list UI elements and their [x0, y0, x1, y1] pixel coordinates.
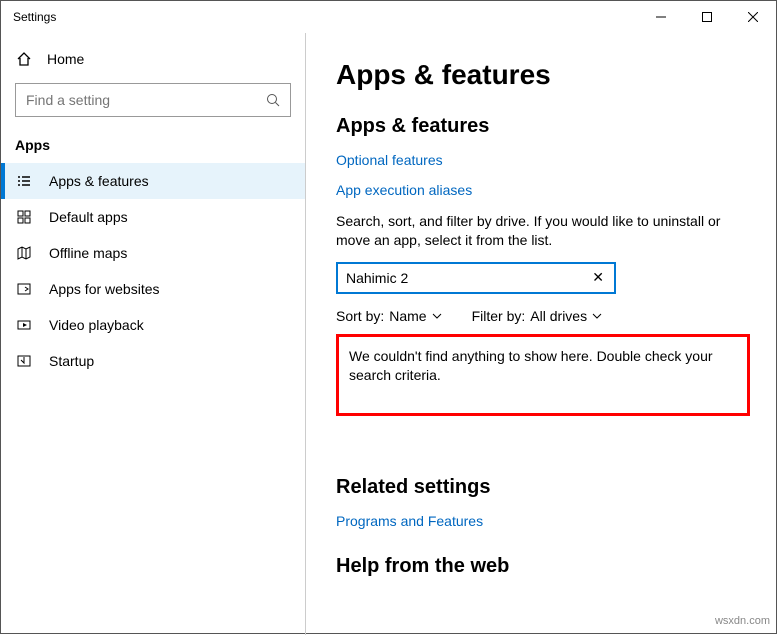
nav-label: Offline maps — [49, 245, 127, 261]
optional-features-link[interactable]: Optional features — [336, 152, 750, 168]
nav-startup[interactable]: Startup — [1, 343, 305, 379]
filter-label: Filter by: — [472, 308, 526, 324]
app-search-box[interactable]: ✕ — [336, 262, 616, 294]
minimize-button[interactable] — [638, 1, 684, 33]
related-settings-heading: Related settings — [336, 476, 750, 499]
empty-results-message: We couldn't find anything to show here. … — [336, 334, 750, 416]
sort-by-dropdown[interactable]: Sort by: Name — [336, 308, 442, 324]
nav-apps-features[interactable]: Apps & features — [1, 163, 305, 199]
close-icon — [748, 12, 758, 22]
filter-by-dropdown[interactable]: Filter by: All drives — [472, 308, 602, 324]
chevron-down-icon — [592, 313, 602, 319]
nav-label: Default apps — [49, 209, 128, 225]
titlebar: Settings — [1, 1, 776, 33]
app-execution-aliases-link[interactable]: App execution aliases — [336, 182, 750, 198]
close-button[interactable] — [730, 1, 776, 33]
help-web-heading: Help from the web — [336, 555, 750, 578]
window-title: Settings — [13, 10, 56, 24]
home-icon — [15, 51, 33, 67]
app-search-input[interactable] — [346, 270, 590, 286]
maximize-icon — [702, 12, 712, 22]
sort-value: Name — [389, 308, 426, 324]
nav-label: Apps for websites — [49, 281, 160, 297]
default-apps-icon — [15, 209, 33, 225]
home-nav[interactable]: Home — [1, 43, 305, 75]
watermark: wsxdn.com — [715, 615, 770, 627]
main-content: Apps & features Apps & features Optional… — [306, 33, 776, 635]
sort-label: Sort by: — [336, 308, 384, 324]
section-heading: Apps & features — [336, 115, 750, 138]
page-title: Apps & features — [336, 59, 750, 91]
nav-video-playback[interactable]: Video playback — [1, 307, 305, 343]
video-icon — [15, 317, 33, 333]
nav-label: Startup — [49, 353, 94, 369]
startup-icon — [15, 353, 33, 369]
search-icon — [266, 93, 280, 107]
maximize-button[interactable] — [684, 1, 730, 33]
home-label: Home — [47, 51, 84, 67]
nav-default-apps[interactable]: Default apps — [1, 199, 305, 235]
nav-label: Video playback — [49, 317, 144, 333]
sidebar: Home Apps Apps & features Default apps — [1, 33, 306, 635]
description-text: Search, sort, and filter by drive. If yo… — [336, 212, 750, 250]
filter-value: All drives — [530, 308, 587, 324]
find-setting-input[interactable] — [26, 92, 266, 108]
find-setting-box[interactable] — [15, 83, 291, 117]
nav-label: Apps & features — [49, 173, 149, 189]
map-icon — [15, 245, 33, 261]
nav-apps-websites[interactable]: Apps for websites — [1, 271, 305, 307]
chevron-down-icon — [432, 313, 442, 319]
list-icon — [15, 173, 33, 189]
websites-icon — [15, 281, 33, 297]
section-label: Apps — [1, 131, 305, 163]
programs-features-link[interactable]: Programs and Features — [336, 513, 750, 529]
nav-offline-maps[interactable]: Offline maps — [1, 235, 305, 271]
minimize-icon — [656, 12, 666, 22]
clear-search-icon[interactable]: ✕ — [590, 269, 606, 286]
